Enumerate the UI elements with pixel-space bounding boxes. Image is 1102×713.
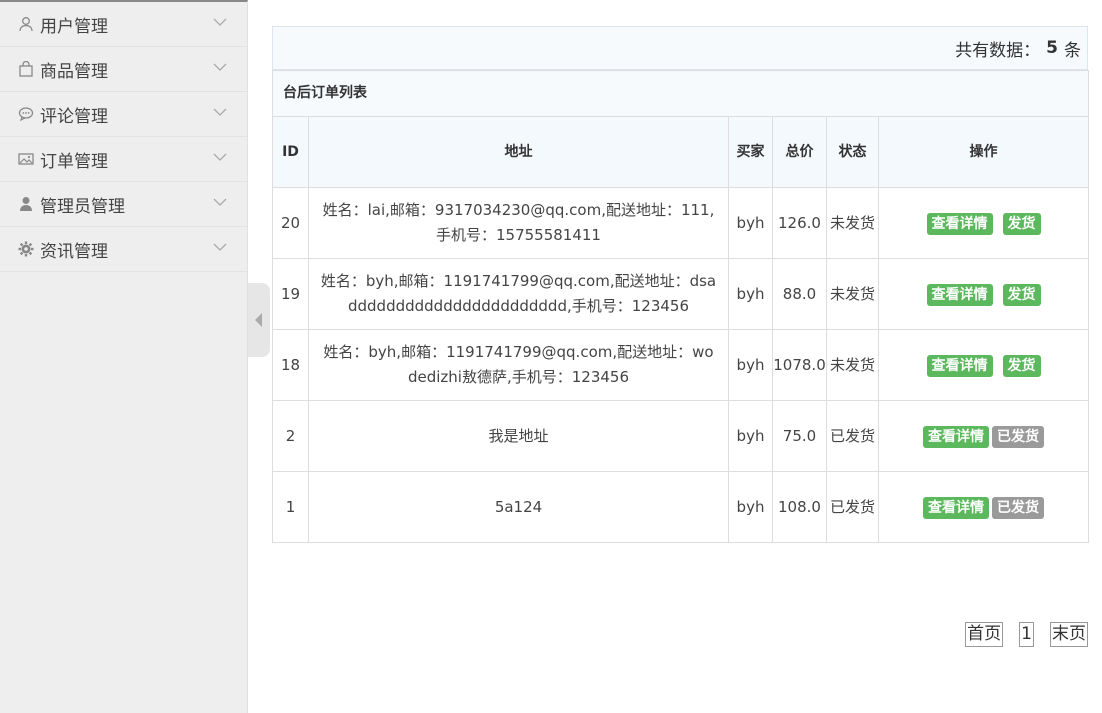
ship-button[interactable]: 发货 [1002, 283, 1041, 306]
cell-address: 5a124 [308, 471, 729, 543]
first-page-link[interactable]: 首页 [965, 622, 1004, 647]
sidebar-item-users[interactable]: 用户管理 [0, 2, 247, 47]
gear-icon [18, 241, 34, 257]
cell-address: 我是地址 [308, 400, 729, 472]
sidebar-item-news[interactable]: 资讯管理 [0, 227, 247, 272]
sidebar-item-comments[interactable]: 评论管理 [0, 92, 247, 137]
shipped-badge: 已发货 [992, 425, 1045, 448]
cell-actions: 查看详情 已发货 [877, 471, 1090, 543]
cell-address: 姓名：byh,邮箱：1191741799@qq.com,配送地址：dsadddd… [308, 258, 729, 330]
orders-table: 台后订单列表 ID 地址 买家 总价 状态 操作 20 姓名：lai,邮箱：931… [271, 70, 1090, 543]
record-count: 5 [1046, 38, 1058, 58]
column-header-actions: 操作 [877, 116, 1090, 188]
ship-button[interactable]: 发货 [1002, 354, 1041, 377]
cell-status: 未发货 [826, 258, 879, 330]
cell-status: 未发货 [826, 329, 879, 401]
chevron-down-icon [213, 18, 227, 26]
pagination: 首页 1 末页 [965, 622, 1088, 647]
view-details-button[interactable]: 查看详情 [923, 425, 990, 448]
cell-buyer: byh [728, 329, 773, 401]
sidebar-item-label: 订单管理 [40, 151, 108, 172]
column-header-id: ID [272, 116, 309, 188]
cell-id: 1 [272, 471, 309, 543]
sidebar-item-products[interactable]: 商品管理 [0, 47, 247, 92]
table-row: 18 姓名：byh,邮箱：1191741799@qq.com,配送地址：woded… [272, 329, 1090, 401]
sidebar-item-orders[interactable]: 订单管理 [0, 137, 247, 182]
column-header-address: 地址 [308, 116, 729, 188]
view-details-button[interactable]: 查看详情 [926, 283, 993, 306]
sidebar-item-label: 评论管理 [40, 106, 108, 127]
cell-actions: 查看详情 发货 [877, 258, 1090, 330]
caret-left-icon [255, 313, 262, 327]
user-outline-icon [18, 16, 34, 32]
cell-actions: 查看详情 已发货 [877, 400, 1090, 472]
view-details-button[interactable]: 查看详情 [926, 354, 993, 377]
table-header-row: ID 地址 买家 总价 状态 操作 [272, 116, 1090, 188]
user-solid-icon [18, 196, 34, 212]
sidebar-item-label: 管理员管理 [40, 196, 125, 217]
table-row: 1 5a124 byh 108.0 已发货 查看详情 已发货 [272, 471, 1090, 543]
sidebar: 用户管理 商品管理 评论管理 订单管理 管理员管理 资讯管理 [0, 0, 248, 713]
sidebar-item-label: 商品管理 [40, 61, 108, 82]
cell-status: 已发货 [826, 400, 879, 472]
table-row: 20 姓名：lai,邮箱：9317034230@qq.com,配送地址：111,手… [272, 187, 1090, 259]
cell-total: 126.0 [772, 187, 827, 259]
cell-total: 1078.0 [772, 329, 827, 401]
record-count-suffix: 条 [1064, 40, 1081, 61]
chevron-down-icon [213, 198, 227, 206]
sidebar-item-admins[interactable]: 管理员管理 [0, 182, 247, 227]
column-header-status: 状态 [826, 116, 879, 188]
chevron-down-icon [213, 108, 227, 116]
cell-buyer: byh [728, 187, 773, 259]
column-header-buyer: 买家 [728, 116, 773, 188]
table-row: 19 姓名：byh,邮箱：1191741799@qq.com,配送地址：dsadd… [272, 258, 1090, 330]
view-details-button[interactable]: 查看详情 [926, 212, 993, 235]
cell-total: 75.0 [772, 400, 827, 472]
cell-address: 姓名：lai,邮箱：9317034230@qq.com,配送地址：111,手机号… [308, 187, 729, 259]
comment-icon [18, 106, 34, 122]
cell-status: 已发货 [826, 471, 879, 543]
last-page-link[interactable]: 末页 [1050, 622, 1088, 647]
chevron-down-icon [213, 63, 227, 71]
cell-id: 2 [272, 400, 309, 472]
page-number-current[interactable]: 1 [1019, 622, 1034, 647]
image-icon [18, 151, 34, 167]
sidebar-item-label: 用户管理 [40, 16, 108, 37]
cell-actions: 查看详情 发货 [877, 329, 1090, 401]
shipped-badge: 已发货 [992, 496, 1045, 519]
cell-buyer: byh [728, 471, 773, 543]
view-details-button[interactable]: 查看详情 [923, 496, 990, 519]
cell-buyer: byh [728, 258, 773, 330]
ship-button[interactable]: 发货 [1002, 212, 1041, 235]
cell-id: 19 [272, 258, 309, 330]
cell-actions: 查看详情 发货 [877, 187, 1090, 259]
chevron-down-icon [213, 153, 227, 161]
cell-buyer: byh [728, 400, 773, 472]
shopping-bag-icon [18, 61, 34, 77]
cell-total: 88.0 [772, 258, 827, 330]
sidebar-item-label: 资讯管理 [40, 241, 108, 262]
cell-id: 20 [272, 187, 309, 259]
cell-total: 108.0 [772, 471, 827, 543]
cell-status: 未发货 [826, 187, 879, 259]
cell-id: 18 [272, 329, 309, 401]
chevron-down-icon [213, 243, 227, 251]
sidebar-collapse-toggle[interactable] [248, 283, 270, 357]
record-count-prefix: 共有数据： [955, 40, 1041, 61]
order-list-panel: 共有数据： 5 条 台后订单列表 ID 地址 买家 总价 状态 操作 20 姓名：… [271, 26, 1090, 543]
column-header-total: 总价 [772, 116, 827, 188]
table-caption: 台后订单列表 [271, 70, 1090, 117]
cell-address: 姓名：byh,邮箱：1191741799@qq.com,配送地址：wodediz… [308, 329, 729, 401]
table-row: 2 我是地址 byh 75.0 已发货 查看详情 已发货 [272, 400, 1090, 472]
record-count-bar: 共有数据： 5 条 [272, 26, 1088, 70]
